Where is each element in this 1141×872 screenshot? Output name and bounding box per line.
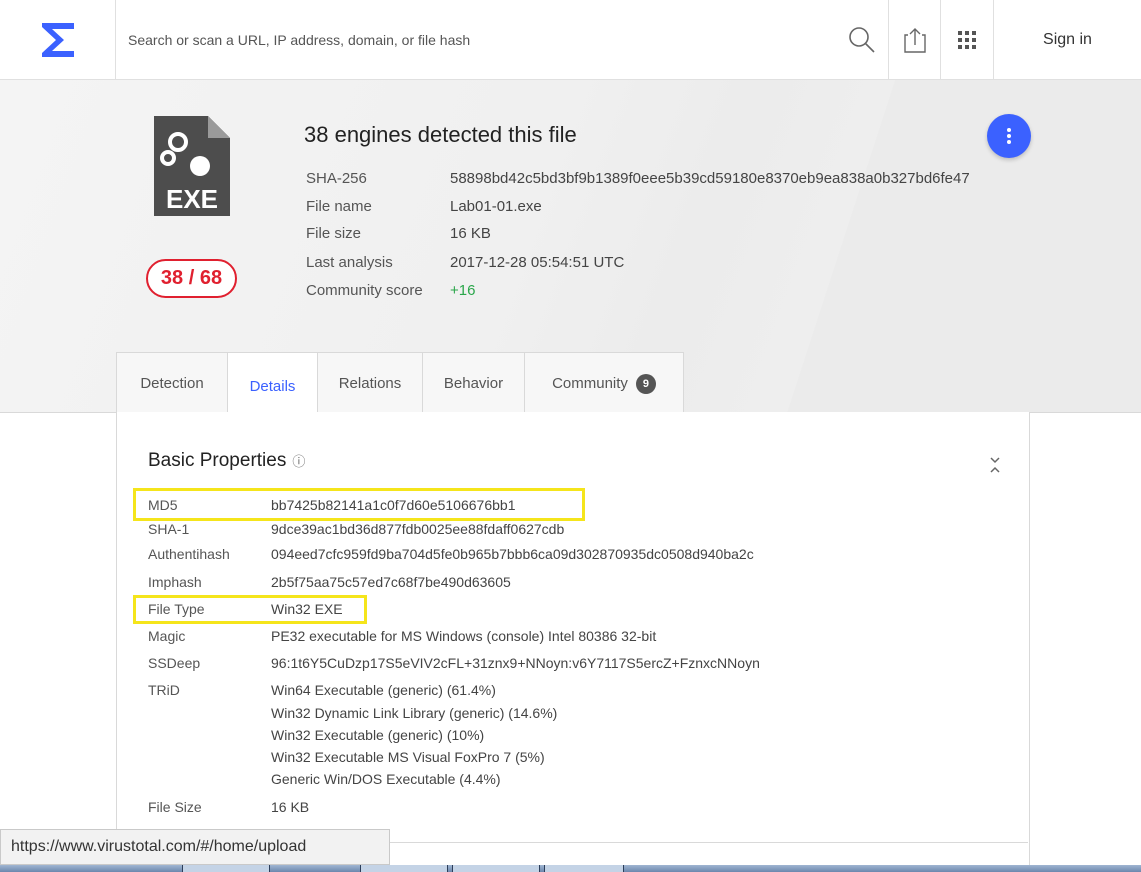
prop-value-trid: Win32 Executable MS Visual FoxPro 7 (5%) <box>271 749 545 765</box>
divider <box>390 842 1028 843</box>
meta-value: +16 <box>450 282 476 299</box>
meta-label: SHA-256 <box>306 170 367 187</box>
prop-label-magic: Magic <box>148 628 186 644</box>
prop-value-sha1[interactable]: 9dce39ac1bd36d877fdb0025ee88fdaff0627cdb <box>271 521 564 537</box>
prop-label-ssdeep: SSDeep <box>148 655 201 671</box>
search-input[interactable] <box>116 0 836 80</box>
background-shape <box>771 80 1141 412</box>
status-bar-url: https://www.virustotal.com/#/home/upload <box>0 829 390 865</box>
tab-behavior[interactable]: Behavior <box>422 352 525 414</box>
sign-in-link[interactable]: Sign in <box>994 0 1141 80</box>
upload-button[interactable] <box>888 0 940 80</box>
collapse-toggle-icon[interactable] <box>984 452 1006 478</box>
basic-properties-title: Basic Properties ⓘ <box>148 450 305 472</box>
tab-detection[interactable]: Detection <box>116 352 228 414</box>
meta-value[interactable]: 58898bd42c5bd3bf9b1389f0eee5b39cd59180e8… <box>450 170 970 187</box>
meta-value: 16 KB <box>450 225 491 242</box>
prop-value-trid: Win64 Executable (generic) (61.4%) <box>271 682 496 698</box>
prop-value-trid: Win32 Dynamic Link Library (generic) (14… <box>271 705 558 721</box>
apps-button[interactable] <box>940 0 994 80</box>
prop-value-trid: Win32 Executable (generic) (10%) <box>271 727 485 743</box>
prop-value-imphash[interactable]: 2b5f75aa75c57ed7c68f7be490d63605 <box>271 574 511 590</box>
taskbar-item[interactable] <box>182 865 270 872</box>
more-options-button[interactable] <box>987 114 1031 158</box>
tab-bar: Detection Details Relations Behavior Com… <box>116 352 684 416</box>
more-vertical-icon <box>1007 128 1011 144</box>
highlight-box-file-type <box>133 595 367 624</box>
meta-value: 2017-12-28 05:54:51 UTC <box>450 254 625 271</box>
community-count-badge: 9 <box>635 373 656 394</box>
exe-file-icon: EXE <box>154 116 230 216</box>
taskbar-item[interactable] <box>544 865 624 872</box>
prop-label-trid: TRiD <box>148 682 180 698</box>
meta-label: File name <box>306 198 372 215</box>
meta-label: Last analysis <box>306 254 393 271</box>
apps-grid-icon <box>958 31 976 49</box>
tab-label: Details <box>249 378 296 395</box>
prop-value-authentihash[interactable]: 094eed7cfc959fd9ba704d5fe0b965b7bbb6ca09… <box>271 546 754 562</box>
prop-label-sha1: SHA-1 <box>148 521 190 537</box>
svg-text:EXE: EXE <box>166 184 218 214</box>
logo-link[interactable] <box>0 0 116 80</box>
tab-community[interactable]: Community 9 <box>524 352 684 414</box>
tab-relations[interactable]: Relations <box>317 352 423 414</box>
prop-value-magic: PE32 executable for MS Windows (console)… <box>271 628 657 644</box>
meta-value: Lab01-01.exe <box>450 198 542 215</box>
tab-label: Community <box>552 375 628 392</box>
os-taskbar <box>0 865 1141 872</box>
section-heading: Basic Properties <box>148 450 287 471</box>
search-icon <box>849 27 875 53</box>
search-button[interactable] <box>836 0 888 80</box>
prop-value-ssdeep[interactable]: 96:1t6Y5CuDzp17S5eVIV2cFL+31znx9+NNoyn:v… <box>271 655 760 671</box>
virustotal-sigma-icon <box>41 23 74 57</box>
taskbar-item[interactable] <box>452 865 540 872</box>
taskbar-item[interactable] <box>360 865 448 872</box>
prop-value-trid: Generic Win/DOS Executable (4.4%) <box>271 771 501 787</box>
prop-label-imphash: Imphash <box>148 574 202 590</box>
prop-label-file-size: File Size <box>148 799 202 815</box>
tab-label: Detection <box>140 375 204 392</box>
detection-title: 38 engines detected this file <box>304 122 577 147</box>
upload-icon <box>903 28 926 53</box>
prop-label-authentihash: Authentihash <box>148 546 230 562</box>
prop-value-file-size: 16 KB <box>271 799 310 815</box>
tab-label: Relations <box>338 375 402 392</box>
detection-score: 38 / 68 <box>146 259 237 298</box>
meta-label: File size <box>306 225 362 242</box>
tab-details[interactable]: Details <box>227 352 318 416</box>
tab-label: Behavior <box>443 375 504 392</box>
meta-label: Community score <box>306 282 423 299</box>
top-bar: Sign in <box>0 0 1141 80</box>
info-icon[interactable]: ⓘ <box>292 454 305 469</box>
highlight-box-md5 <box>133 488 585 521</box>
